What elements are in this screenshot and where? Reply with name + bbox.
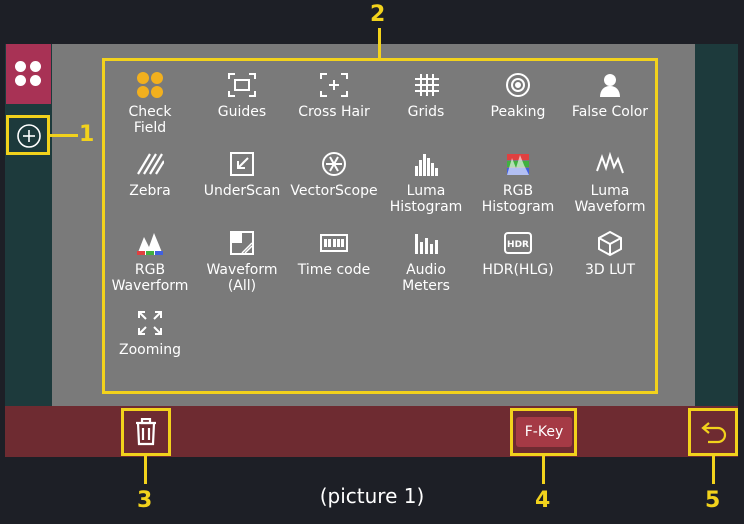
function-label: UnderScan: [203, 183, 281, 199]
function-luma-histogram[interactable]: Luma Histogram: [380, 139, 472, 215]
callout-box-5: [688, 408, 738, 456]
function-zooming[interactable]: Zooming: [104, 298, 196, 374]
function-label: False Color: [571, 104, 649, 120]
picture-caption: (picture 1): [319, 484, 425, 508]
function-label: VectorScope: [290, 183, 378, 199]
function-label: Zooming: [118, 342, 181, 358]
function-label: RGB Histogram: [481, 183, 555, 215]
function-vectorscope[interactable]: VectorScope: [288, 139, 380, 215]
function-rgb-waveform[interactable]: RGB Waverform: [104, 218, 196, 294]
peaking-icon: [504, 70, 532, 100]
callout-box-3: [121, 408, 171, 456]
callout-number-2: 2: [370, 2, 386, 27]
callout-line-2: [378, 28, 381, 58]
function-label: Audio Meters: [402, 262, 450, 294]
audio-meters-icon: [412, 228, 440, 258]
function-time-code[interactable]: Time code: [288, 218, 380, 294]
function-label: Guides: [217, 104, 267, 120]
function-label: Peaking: [490, 104, 546, 120]
svg-text:HDR: HDR: [507, 240, 529, 250]
check-field-icon: [135, 70, 165, 100]
function-waveform-all[interactable]: Waveform (All): [196, 218, 288, 294]
function-label: RGB Waverform: [111, 262, 189, 294]
grids-icon: [412, 70, 440, 100]
function-peaking[interactable]: Peaking: [472, 60, 564, 136]
underscan-icon: [228, 149, 256, 179]
hdr-icon: HDR: [503, 228, 533, 258]
function-hdr-hlg[interactable]: HDR HDR(HLG): [472, 218, 564, 294]
waveform-all-icon: [228, 228, 256, 258]
function-zebra[interactable]: Zebra: [104, 139, 196, 215]
function-label: Time code: [297, 262, 371, 278]
callout-line-4: [542, 456, 545, 484]
app-menu-icon[interactable]: [6, 44, 51, 104]
function-false-color[interactable]: False Color: [564, 60, 656, 136]
callout-line-1: [50, 134, 78, 137]
callout-box-1: [6, 115, 50, 155]
function-label: Zebra: [129, 183, 171, 199]
timecode-icon: [319, 228, 349, 258]
guides-icon: [227, 70, 257, 100]
function-grids[interactable]: Grids: [380, 60, 472, 136]
callout-line-3: [144, 456, 147, 484]
false-color-icon: [596, 70, 624, 100]
3d-lut-icon: [596, 228, 624, 258]
rgb-histogram-icon: [504, 149, 532, 179]
function-label: HDR(HLG): [482, 262, 554, 278]
function-cross-hair[interactable]: Cross Hair: [288, 60, 380, 136]
luma-histogram-icon: [412, 149, 440, 179]
function-label: Luma Waveform: [574, 183, 646, 215]
bottom-toolbar: [5, 406, 738, 457]
function-guides[interactable]: Guides: [196, 60, 288, 136]
callout-line-5: [712, 456, 715, 484]
callout-box-4: [510, 408, 577, 456]
zooming-icon: [136, 308, 164, 338]
function-label: Grids: [407, 104, 445, 120]
function-3d-lut[interactable]: 3D LUT: [564, 218, 656, 294]
luma-waveform-icon: [595, 149, 625, 179]
function-label: Cross Hair: [298, 104, 370, 120]
function-underscan[interactable]: UnderScan: [196, 139, 288, 215]
callout-number-1: 1: [79, 122, 95, 147]
cross-hair-icon: [319, 70, 349, 100]
function-label: Waveform (All): [206, 262, 278, 294]
function-check-field[interactable]: Check Field: [104, 60, 196, 136]
right-sidebar: [695, 44, 738, 406]
zebra-icon: [136, 149, 164, 179]
function-luma-waveform[interactable]: Luma Waveform: [564, 139, 656, 215]
function-rgb-histogram[interactable]: RGB Histogram: [472, 139, 564, 215]
function-label: 3D LUT: [584, 262, 636, 278]
function-audio-meters[interactable]: Audio Meters: [380, 218, 472, 294]
vectorscope-icon: [320, 149, 348, 179]
function-grid: Check Field Guides Cross Hair Grids Peaki…: [104, 60, 656, 392]
function-label: Luma Histogram: [389, 183, 463, 215]
function-label: Check Field: [128, 104, 172, 136]
rgb-waveform-icon: [135, 228, 165, 258]
